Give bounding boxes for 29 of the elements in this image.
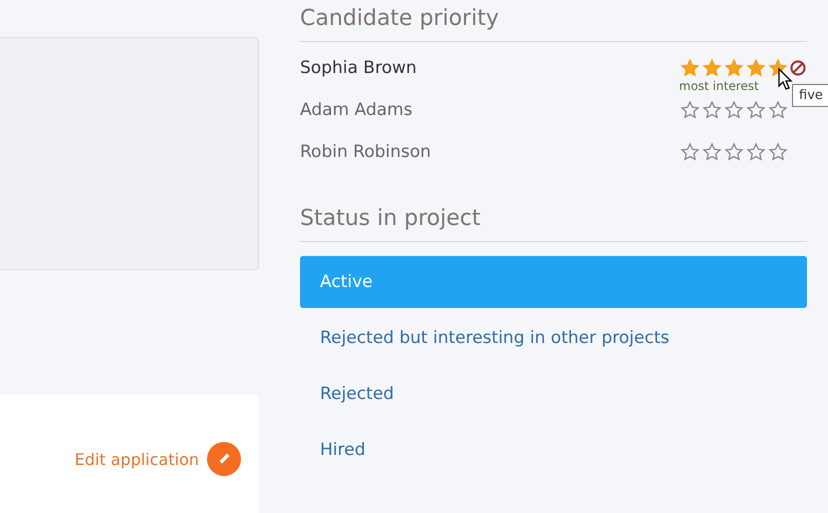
- tooltip: five: [792, 84, 828, 107]
- section-heading: Candidate priority: [300, 6, 807, 42]
- empty-star-icon[interactable]: [723, 100, 745, 120]
- filled-star-icon[interactable]: [701, 58, 723, 78]
- empty-star-icon[interactable]: [767, 142, 789, 162]
- mouse-cursor-icon: [778, 68, 794, 92]
- status-option[interactable]: Active: [300, 256, 807, 308]
- empty-star-icon[interactable]: [745, 100, 767, 120]
- empty-star-icon[interactable]: [701, 142, 723, 162]
- empty-star-icon[interactable]: [679, 142, 701, 162]
- status-option[interactable]: Hired: [300, 423, 807, 476]
- empty-star-icon[interactable]: [723, 142, 745, 162]
- empty-star-icon[interactable]: [679, 100, 701, 120]
- filled-star-icon[interactable]: [745, 58, 767, 78]
- clear-rating-icon[interactable]: [789, 59, 807, 77]
- filled-star-icon[interactable]: [679, 58, 701, 78]
- status-option[interactable]: Rejected: [300, 367, 807, 420]
- edit-button[interactable]: [207, 442, 241, 476]
- empty-star-icon[interactable]: [767, 100, 789, 120]
- filled-star-icon[interactable]: [723, 58, 745, 78]
- status-option[interactable]: Rejected but interesting in other projects: [300, 311, 807, 364]
- empty-star-icon[interactable]: [745, 142, 767, 162]
- section-heading: Status in project: [300, 206, 807, 242]
- candidate-name: Sophia Brown: [300, 58, 417, 78]
- candidate-name: Adam Adams: [300, 100, 412, 120]
- candidate-name: Robin Robinson: [300, 142, 431, 162]
- rating-caption: most interest: [679, 79, 759, 93]
- empty-star-icon[interactable]: [701, 100, 723, 120]
- edit-application-link[interactable]: Edit application: [74, 450, 199, 468]
